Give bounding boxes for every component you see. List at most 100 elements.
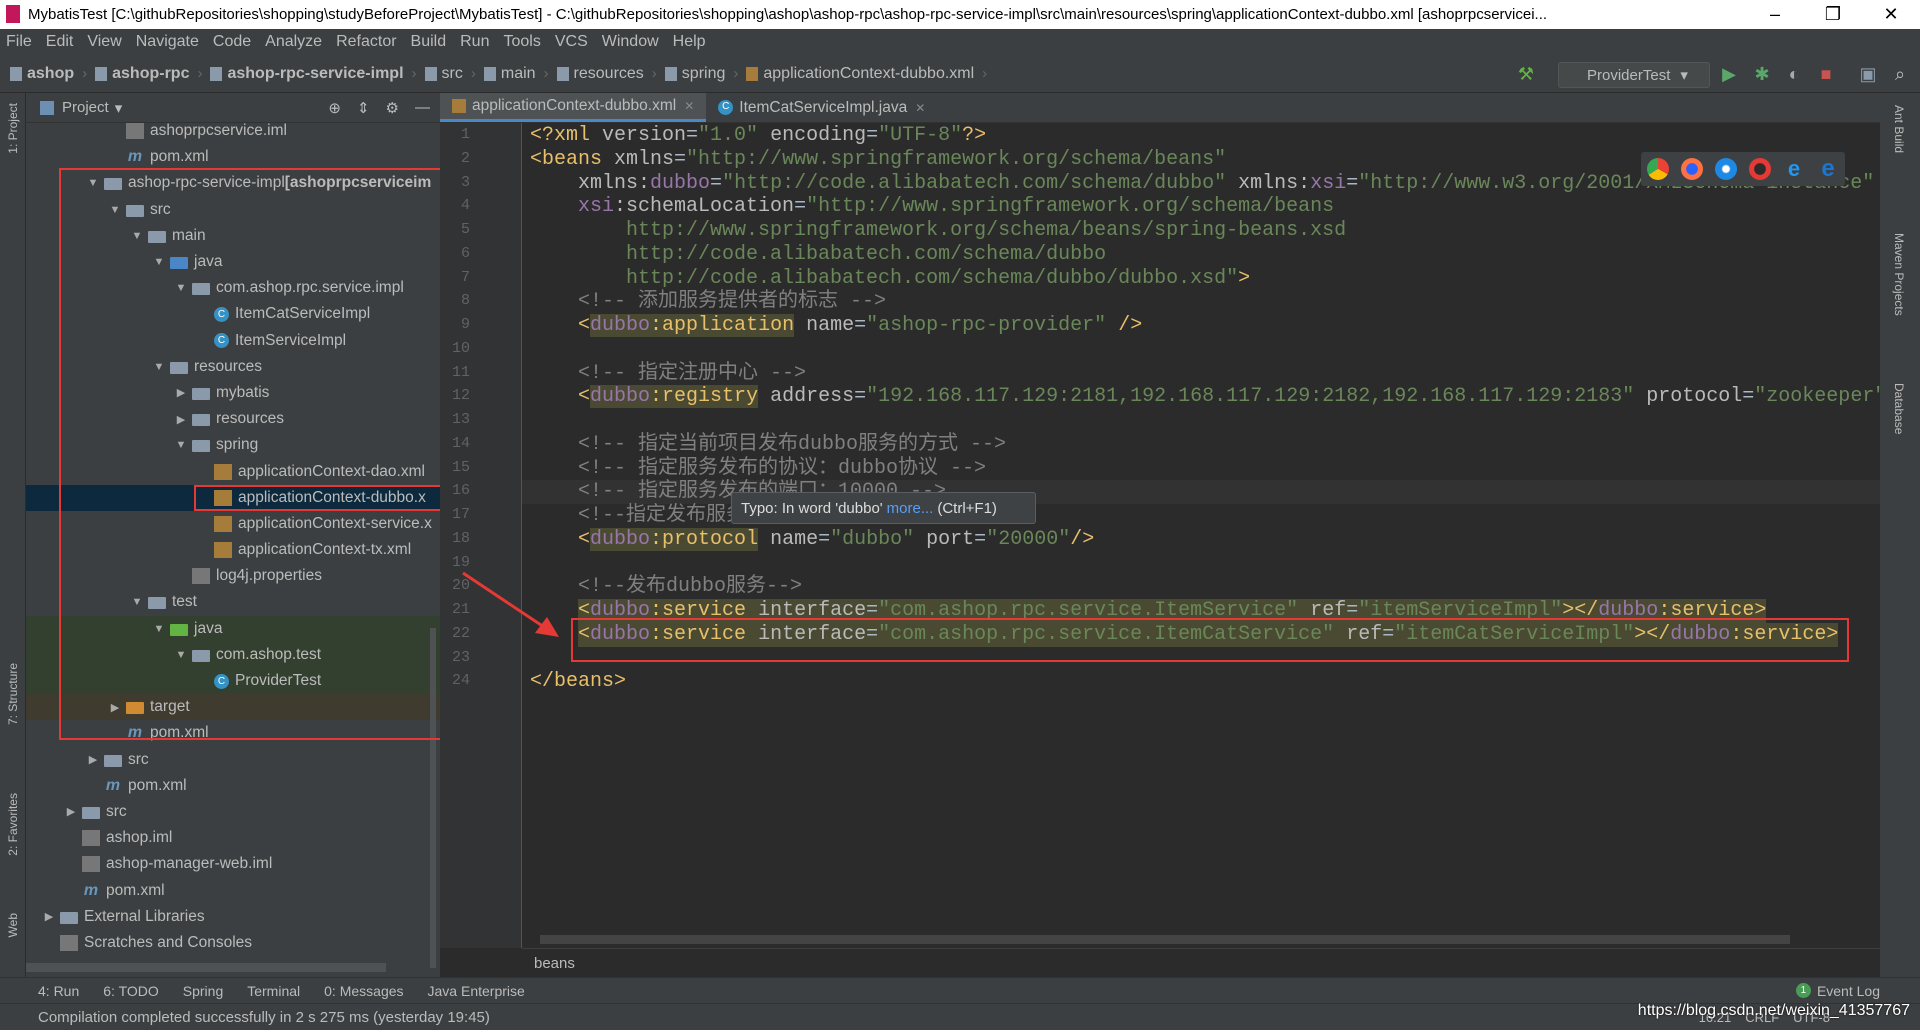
tree-item[interactable]: Scratches and Consoles — [26, 930, 440, 956]
restore-button[interactable]: ❐ — [1804, 4, 1862, 25]
editor-breadcrumb: beans — [522, 948, 1880, 977]
chevron-right-icon[interactable]: ▶ — [60, 805, 82, 818]
folder-icon — [95, 66, 108, 81]
run-icon[interactable]: ▶ — [1719, 64, 1739, 84]
ie-icon[interactable]: e — [1783, 158, 1805, 180]
locate-icon[interactable]: ⊕ — [328, 99, 341, 117]
code-editor[interactable]: <?xml version="1.0" encoding="UTF-8"?> <b… — [522, 123, 1880, 948]
tool-favorites[interactable]: 2: Favorites — [6, 793, 20, 856]
tree-item[interactable]: ▶ External Libraries — [26, 904, 440, 930]
chevron-right-icon: › — [82, 65, 88, 82]
search-icon[interactable]: ⌕ — [1890, 64, 1910, 84]
code-token: = — [710, 171, 723, 195]
tree-item[interactable]: m pom.xml — [26, 144, 440, 170]
debug-icon[interactable]: ✱ — [1752, 64, 1772, 84]
breadcrumb-item[interactable]: ashop-rpc-service-impl — [210, 65, 404, 83]
minimize-button[interactable]: – — [1746, 4, 1804, 25]
tool-todo[interactable]: 6: TODO — [103, 983, 159, 999]
project-structure-icon[interactable]: ▣ — [1858, 64, 1878, 84]
build-hammer-icon[interactable]: ⚒ — [1516, 64, 1536, 84]
close-tab-icon[interactable]: ✕ — [684, 99, 694, 113]
project-view-select[interactable]: Project — [62, 99, 109, 116]
chrome-icon[interactable] — [1647, 158, 1669, 180]
gear-icon[interactable]: ⚙ — [386, 99, 399, 117]
breadcrumb-item[interactable]: src — [424, 65, 463, 83]
tooltip-more-link[interactable]: more... — [887, 500, 934, 517]
coverage-icon[interactable]: ◐ — [1784, 64, 1804, 84]
close-button[interactable]: ✕ — [1862, 4, 1920, 25]
menu-navigate[interactable]: Navigate — [136, 33, 199, 51]
code-line: <dubbo:application name="ashop-rpc-provi… — [530, 314, 1142, 338]
menu-refactor[interactable]: Refactor — [336, 33, 396, 51]
safari-icon[interactable] — [1715, 158, 1737, 180]
tool-java-enterprise[interactable]: Java Enterprise — [428, 983, 525, 999]
code-token: > — [1238, 266, 1251, 290]
code-token: port — [926, 527, 975, 551]
tree-item[interactable]: ashop-manager-web.iml — [26, 851, 440, 877]
tool-event-log[interactable]: Event Log — [1817, 983, 1880, 999]
tree-item[interactable]: m pom.xml — [26, 773, 440, 799]
tree-item[interactable]: ashoprpcservice.iml — [26, 118, 440, 144]
tree-item[interactable]: m pom.xml — [26, 877, 440, 903]
edge-icon[interactable]: e — [1817, 157, 1839, 181]
menu-edit[interactable]: Edit — [46, 33, 74, 51]
code-token: :registry — [650, 385, 759, 409]
firefox-icon[interactable] — [1681, 158, 1703, 180]
menu-build[interactable]: Build — [411, 33, 447, 51]
menu-vcs[interactable]: VCS — [555, 33, 588, 51]
tab-applicationcontext-dubbo-xml[interactable]: applicationContext-dubbo.xml ✕ — [440, 93, 707, 122]
tool-spring[interactable]: Spring — [183, 983, 223, 999]
close-tab-icon[interactable]: ✕ — [915, 101, 925, 115]
code-line: xsi:schemaLocation="http://www.springfra… — [530, 195, 1334, 219]
code-token: "192.168.117.129:2181,192.168.117.129:21… — [866, 385, 1635, 409]
menu-window[interactable]: Window — [602, 33, 659, 51]
event-count-badge: 1 — [1795, 983, 1811, 998]
run-configuration-select[interactable]: ProviderTest ▾ — [1558, 62, 1710, 88]
tool-maven-projects[interactable]: Maven Projects — [1892, 233, 1906, 316]
breadcrumb-item[interactable]: applicationContext-dubbo.xml — [746, 65, 974, 83]
tool-web[interactable]: Web — [6, 913, 20, 937]
tool-run[interactable]: 4: Run — [38, 983, 79, 999]
menu-help[interactable]: Help — [673, 33, 706, 51]
tab-itemcatserviceimpl-java[interactable]: C ItemCatServiceImpl.java ✕ — [706, 93, 937, 122]
editor-tabs: applicationContext-dubbo.xml ✕ C ItemCatSer… — [440, 93, 1880, 123]
breadcrumb-item[interactable]: ashop — [10, 65, 74, 83]
tree-item[interactable]: ▶ src — [26, 747, 440, 773]
menu-tools[interactable]: Tools — [503, 33, 540, 51]
chevron-right-icon[interactable]: ▶ — [38, 910, 60, 923]
java-class-icon: C — [718, 100, 734, 115]
breadcrumb-item[interactable]: resources — [556, 65, 644, 83]
tool-ant-build[interactable]: Ant Build — [1892, 105, 1906, 153]
tool-project[interactable]: 1: Project — [6, 103, 20, 154]
opera-icon[interactable] — [1749, 158, 1771, 180]
code-token: "zookeeper" — [1754, 385, 1880, 409]
breadcrumb-item[interactable]: main — [483, 65, 536, 83]
menu-code[interactable]: Code — [213, 33, 251, 51]
tree-item[interactable]: ashop.iml — [26, 825, 440, 851]
breadcrumb-item[interactable]: spring — [664, 65, 725, 83]
menu-file[interactable]: File — [6, 33, 32, 51]
hide-icon[interactable]: — — [415, 99, 430, 116]
tool-database[interactable]: Database — [1892, 383, 1906, 434]
code-line: <dubbo:protocol name="dubbo" port="20000… — [530, 527, 1094, 552]
run-config-label: ProviderTest — [1587, 66, 1671, 84]
tool-structure[interactable]: 7: Structure — [6, 663, 20, 725]
editor-horizontal-scrollbar[interactable] — [540, 935, 1790, 944]
menu-view[interactable]: View — [87, 33, 121, 51]
tree-horizontal-scrollbar[interactable] — [26, 963, 386, 972]
tree-item[interactable]: ▶ src — [26, 799, 440, 825]
code-token: < — [578, 385, 591, 409]
code-line: <dubbo:registry address="192.168.117.129… — [530, 385, 1880, 409]
breadcrumb-item[interactable]: ashop-rpc — [95, 65, 189, 83]
line-number: 6 — [460, 244, 470, 262]
chevron-right-icon[interactable]: ▶ — [82, 753, 104, 766]
code-token: :schemaLocation — [614, 195, 795, 219]
breadcrumb-beans[interactable]: beans — [534, 955, 575, 972]
code-token: = — [974, 527, 987, 551]
tool-messages[interactable]: 0: Messages — [324, 983, 403, 999]
menu-analyze[interactable]: Analyze — [265, 33, 322, 51]
collapse-all-icon[interactable]: ⇕ — [357, 99, 370, 117]
stop-icon[interactable]: ■ — [1816, 64, 1836, 84]
menu-run[interactable]: Run — [460, 33, 489, 51]
tool-terminal[interactable]: Terminal — [247, 983, 300, 999]
